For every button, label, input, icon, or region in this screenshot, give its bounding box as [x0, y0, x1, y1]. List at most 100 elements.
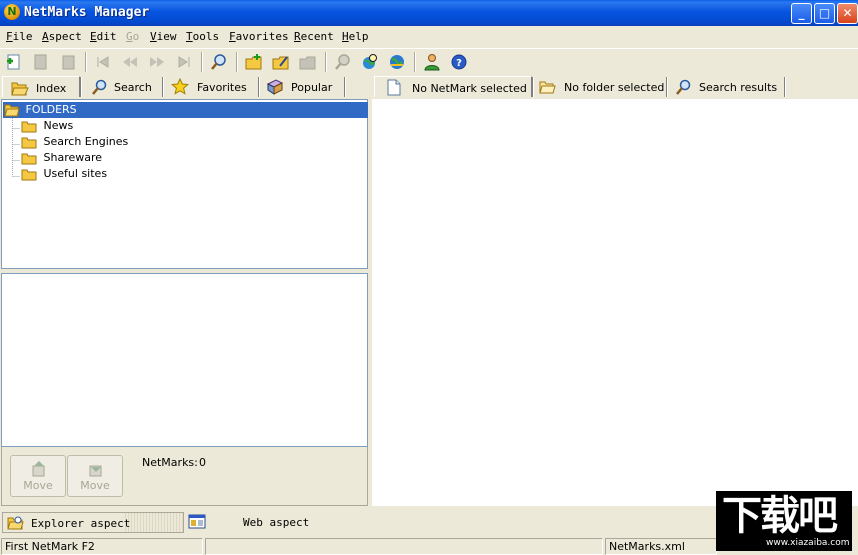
tab-divider: [162, 77, 164, 97]
netmark-content-area[interactable]: [372, 99, 858, 506]
move-up-icon: [32, 461, 45, 477]
netmarks-count-label: NetMarks:: [142, 456, 198, 469]
menu-tools[interactable]: Tools: [186, 30, 219, 43]
new-netmark-icon[interactable]: [4, 52, 24, 72]
tree-item-label: News: [43, 119, 74, 132]
help-icon[interactable]: ?: [449, 52, 469, 72]
tab-search-results[interactable]: Search results: [670, 76, 784, 97]
tab-divider: [258, 77, 260, 97]
magnifier-icon: [676, 79, 691, 95]
move-area: Move Move NetMarks: 0: [1, 447, 368, 506]
minimize-button[interactable]: _: [791, 3, 812, 24]
document-icon: [387, 79, 401, 96]
tab-folder-label: No folder selected: [564, 81, 665, 94]
toolbar-separator: [85, 52, 87, 72]
move-up-label: Move: [23, 479, 53, 492]
tab-popular-label: Popular: [291, 81, 333, 94]
folder-icon: [21, 137, 37, 149]
close-button[interactable]: ✕: [837, 3, 858, 24]
tab-search-results-label: Search results: [699, 81, 778, 94]
menu-favorites[interactable]: Favorites: [229, 30, 289, 43]
move-up-button[interactable]: Move: [10, 455, 66, 497]
menu-view[interactable]: View: [150, 30, 177, 43]
folder-icon: [21, 121, 37, 133]
status-hint: First NetMark F2: [1, 538, 203, 555]
tree-root-label: FOLDERS: [25, 103, 77, 116]
menu-bar: File Aspect Edit Go View Tools Favorites…: [0, 27, 858, 46]
first-icon[interactable]: [93, 52, 113, 72]
globe-icon[interactable]: [387, 52, 407, 72]
next-icon[interactable]: [147, 52, 167, 72]
netmarks-count-value: 0: [199, 456, 206, 469]
menu-aspect[interactable]: Aspect: [42, 30, 82, 43]
delete-folder-icon[interactable]: [298, 52, 318, 72]
tab-favorites[interactable]: Favorites: [166, 76, 258, 97]
toolbar-separator: [236, 52, 238, 72]
tab-index[interactable]: Index: [2, 76, 80, 97]
toolbar-separator: [414, 52, 416, 72]
menu-edit[interactable]: Edit: [90, 30, 117, 43]
tree-item-label: Shareware: [43, 151, 103, 164]
folders-tree[interactable]: FOLDERS News Search Engines Shareware Us…: [1, 99, 368, 269]
tree-item[interactable]: Search Engines: [21, 134, 128, 150]
explorer-aspect-label: Explorer aspect: [31, 517, 131, 530]
delete-netmark-icon[interactable]: [58, 52, 78, 72]
watermark-url: www.xiazaiba.com: [766, 538, 850, 548]
tab-divider: [532, 77, 534, 97]
folder-open-icon: [4, 104, 20, 117]
tab-folder[interactable]: No folder selected: [536, 76, 666, 97]
tree-item[interactable]: News: [21, 118, 73, 134]
user-icon[interactable]: [422, 52, 442, 72]
menu-file[interactable]: File: [6, 30, 33, 43]
tab-netmark-label: No NetMark selected: [412, 82, 527, 95]
web-search-icon[interactable]: [360, 52, 380, 72]
watermark-logo: 下载吧 www.xiazaiba.com: [716, 491, 852, 551]
tree-item[interactable]: Shareware: [21, 150, 102, 166]
previous-icon[interactable]: [120, 52, 140, 72]
search-disabled-icon[interactable]: [333, 52, 353, 72]
find-icon[interactable]: [209, 52, 229, 72]
move-down-button[interactable]: Move: [67, 455, 123, 497]
folder-icon: [21, 169, 37, 181]
tab-search-label: Search: [114, 81, 152, 94]
tab-popular[interactable]: Popular: [262, 76, 344, 97]
menu-recent[interactable]: Recent: [294, 30, 334, 43]
toolbar: ?: [0, 48, 858, 74]
explorer-aspect-tab[interactable]: Explorer aspect: [2, 512, 184, 533]
maximize-button[interactable]: □: [814, 3, 835, 24]
toolbar-separator: [201, 52, 203, 72]
menu-help[interactable]: Help: [342, 30, 369, 43]
web-aspect-label[interactable]: Web aspect: [243, 516, 309, 529]
tab-netmark[interactable]: No NetMark selected: [374, 76, 532, 97]
tab-divider: [344, 77, 346, 97]
menu-go[interactable]: Go: [126, 30, 139, 43]
tree-item[interactable]: Useful sites: [21, 166, 107, 182]
netmarks-list[interactable]: [1, 273, 368, 447]
move-down-icon: [89, 465, 102, 477]
toolbar-separator: [325, 52, 327, 72]
tab-divider: [666, 77, 668, 97]
tab-favorites-label: Favorites: [197, 81, 247, 94]
web-aspect-icon[interactable]: [188, 514, 206, 530]
status-file: NetMarks.xml: [605, 538, 717, 555]
new-folder-icon[interactable]: [244, 52, 264, 72]
window-title: NetMarks Manager: [24, 5, 150, 20]
books-icon: [266, 79, 284, 95]
last-icon[interactable]: [174, 52, 194, 72]
tree-root-folders[interactable]: FOLDERS: [3, 102, 368, 118]
folder-icon: [21, 153, 37, 165]
star-icon: [171, 78, 189, 95]
explorer-aspect-icon: [7, 516, 24, 530]
tab-index-label: Index: [36, 82, 67, 95]
tab-search[interactable]: Search: [84, 76, 162, 97]
watermark-text: 下载吧: [722, 493, 838, 539]
svg-text:?: ?: [456, 58, 462, 69]
status-empty: [205, 538, 603, 555]
folder-open-icon: [539, 81, 556, 94]
edit-netmark-icon[interactable]: [31, 52, 51, 72]
title-bar: N NetMarks Manager _ □ ✕: [0, 0, 858, 26]
move-down-label: Move: [80, 479, 110, 492]
edit-folder-icon[interactable]: [271, 52, 291, 72]
magnifier-icon: [92, 79, 107, 95]
tab-divider: [784, 77, 786, 97]
